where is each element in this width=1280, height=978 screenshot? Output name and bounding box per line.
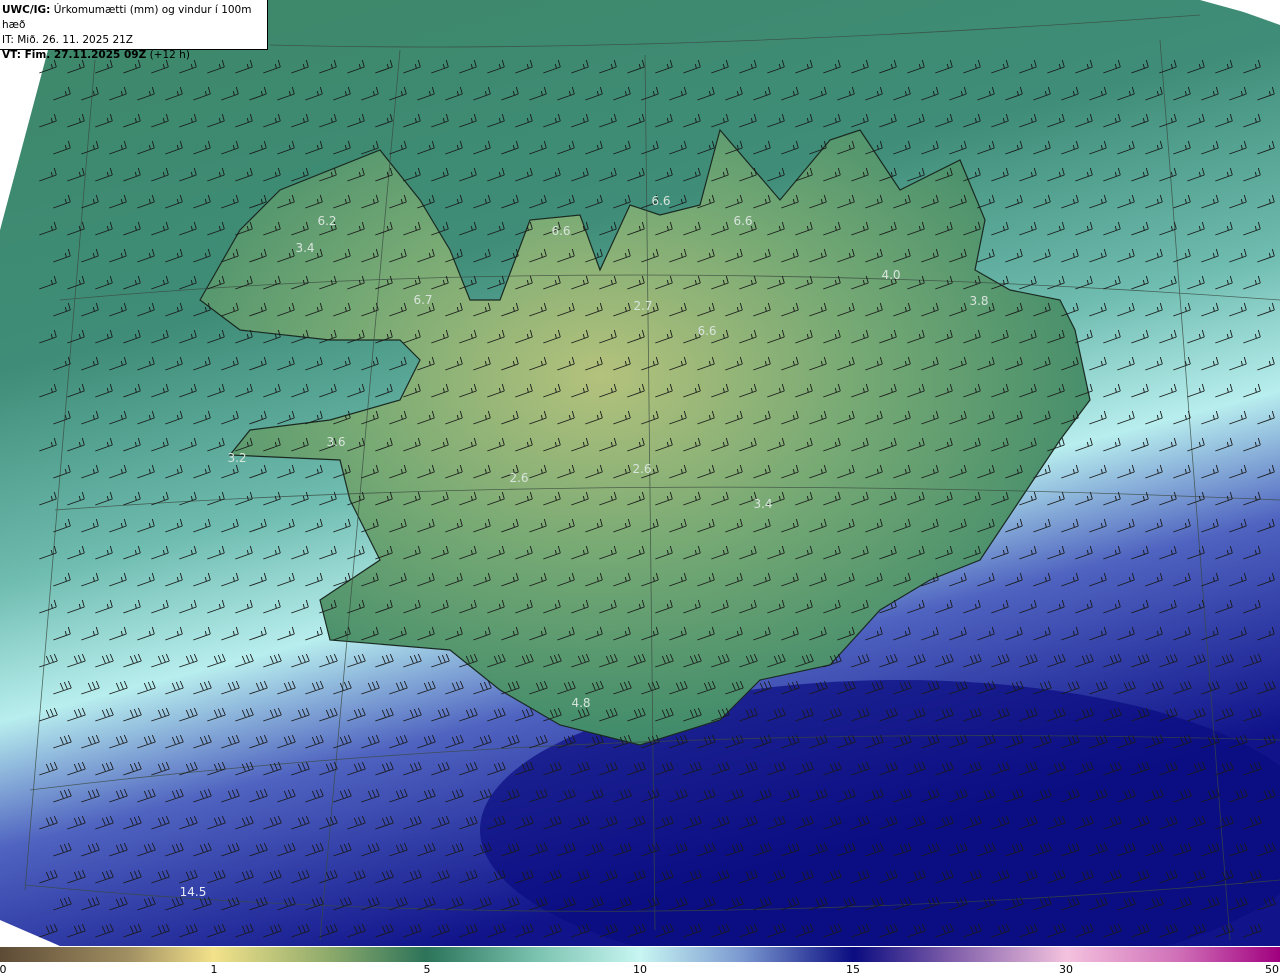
colorbar-tick: 5 [423, 963, 431, 976]
precip-value-label: 6.6 [733, 214, 753, 228]
precip-value-label: 2.6 [509, 471, 529, 485]
precip-value-label: 6.2 [317, 214, 337, 228]
map-title-box: UWC/IG: Úrkomumætti (mm) og vindur í 100… [0, 0, 268, 61]
precip-value-label: 2.6 [632, 462, 652, 476]
precip-value-label: 4.8 [571, 696, 591, 710]
init-time: IT: Mið. 26. 11. 2025 21Z [2, 34, 133, 46]
precip-value-label: 14.5 [179, 885, 207, 899]
precip-value-label: 4.0 [881, 268, 901, 282]
precip-value-label: 3.8 [969, 294, 989, 308]
precip-value-label: 6.6 [551, 224, 571, 238]
colorbar-tick: 50 [1265, 963, 1279, 976]
precip-value-label: 6.6 [651, 194, 671, 208]
forecast-offset: (+12 h) [149, 49, 190, 61]
colorbar-tick: 15 [846, 963, 860, 976]
precip-value-label: 3.2 [227, 451, 247, 465]
colorbar [0, 947, 1280, 962]
valid-time: VT: Fim. 27.11.2025 09Z [2, 49, 147, 61]
precip-value-label: 3.6 [326, 435, 346, 449]
precip-value-label: 6.7 [413, 293, 433, 307]
precip-value-label: 3.4 [753, 497, 773, 511]
colorbar-tick: 0 [0, 963, 7, 976]
colorbar-tick: 30 [1059, 963, 1073, 976]
precip-value-label: 3.4 [295, 241, 315, 255]
precip-value-label: 6.6 [697, 324, 717, 338]
model-name: UWC/IG: [2, 4, 51, 16]
precip-value-label: 2.7 [633, 299, 653, 313]
colorbar-tick: 10 [633, 963, 647, 976]
colorbar-tick: 1 [210, 963, 218, 976]
